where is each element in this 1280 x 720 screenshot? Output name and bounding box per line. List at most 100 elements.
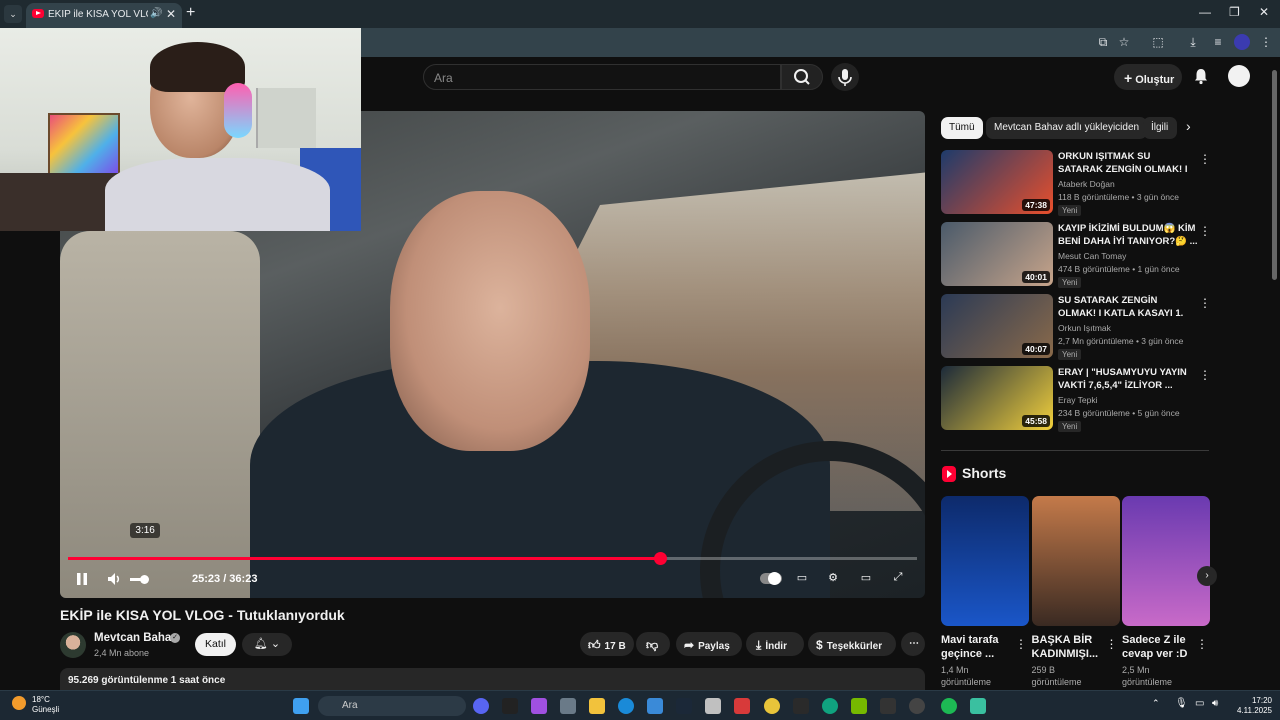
tab-close-icon[interactable]: ✕ [166, 7, 176, 21]
channel-name[interactable]: Mevtcan Bahav [94, 632, 178, 644]
chevron-right-icon[interactable]: › [1186, 118, 1191, 134]
weather-sun-icon[interactable] [12, 696, 26, 710]
subtitles-icon[interactable]: ▭ [794, 571, 810, 585]
copilot-icon[interactable] [531, 698, 547, 714]
short-title[interactable]: BAŞKA BİR KADINMIŞI... [1032, 633, 1108, 661]
browser-tab[interactable]: EKİP ile KISA YOL VLOG - Tu 🔊 ✕ [26, 3, 182, 28]
chatgpt-icon[interactable] [822, 698, 838, 714]
store-icon[interactable] [647, 698, 663, 714]
fullscreen-icon[interactable]: ⤢ [890, 571, 906, 585]
settings-app-icon[interactable] [560, 698, 576, 714]
recommendation-thumbnail[interactable]: 40:01 [941, 222, 1053, 286]
minimize-icon[interactable]: — [1199, 5, 1211, 19]
browser-menu-icon[interactable]: ⋮ [1258, 34, 1274, 50]
more-actions-button[interactable]: ⋯ [901, 632, 925, 656]
recommendation-title[interactable]: ERAY | "HUSAMYUYU YAYIN VAKTİ 7,6,5,4" İ… [1058, 366, 1198, 392]
recommendation-item[interactable]: 40:01 KAYIP İKİZİMİ BULDUM😱 KİM BENİ DAHA… [941, 222, 1211, 290]
obs-icon[interactable] [909, 698, 925, 714]
recommendation-title[interactable]: ORKUN IŞITMAK SU SATARAK ZENGİN OLMAK! I… [1058, 150, 1198, 176]
system-clock[interactable]: 17:20 4.11.2025 [1228, 696, 1272, 716]
more-vertical-icon[interactable]: ⋮ [1015, 637, 1027, 651]
tab-search-chevron-icon[interactable]: ⌄ [4, 5, 22, 23]
recommendation-channel[interactable]: Orkun Işıtmak [1058, 323, 1111, 333]
short-thumbnail[interactable] [1122, 496, 1210, 626]
more-vertical-icon[interactable]: ⋮ [1106, 637, 1118, 651]
microphone-tray-icon[interactable]: 🎙︎ [1175, 698, 1191, 714]
epic-games-icon[interactable] [502, 698, 518, 714]
app-green-icon[interactable] [970, 698, 986, 714]
mail-app-icon[interactable] [705, 698, 721, 714]
short-title[interactable]: Mavi tarafa geçince ... [941, 633, 1017, 661]
share-button[interactable]: ➦ Paylaş [676, 632, 742, 656]
taskbar-search[interactable]: Ara [318, 696, 466, 716]
weather-widget[interactable]: 18°C Güneşli [32, 695, 59, 715]
window-close-icon[interactable]: ✕ [1259, 5, 1269, 19]
bookmark-star-icon[interactable]: ☆ [1116, 34, 1132, 50]
chrome-icon[interactable] [764, 698, 780, 714]
start-windows-icon[interactable] [293, 698, 309, 714]
extensions-icon[interactable]: ⬚ [1150, 34, 1166, 50]
dislike-button[interactable]: 👎︎ [636, 632, 670, 656]
scrollbar-thumb[interactable] [1272, 70, 1277, 280]
chip-all[interactable]: Tümü [941, 117, 983, 139]
recommendation-channel[interactable]: Mesut Can Tomay [1058, 251, 1126, 261]
recommendation-thumbnail[interactable]: 45:58 [941, 366, 1053, 430]
create-button[interactable]: + Oluştur [1114, 64, 1182, 90]
recommendation-channel[interactable]: Eray Tepki [1058, 395, 1098, 405]
speaker-tray-icon[interactable]: 🔊︎ [1212, 698, 1228, 714]
capcut-icon[interactable] [793, 698, 809, 714]
recommendation-thumbnail[interactable]: 40:07 [941, 294, 1053, 358]
voice-search-button[interactable] [831, 63, 859, 91]
join-button[interactable]: Katıl [195, 633, 236, 656]
more-vertical-icon[interactable]: ⋮ [1199, 152, 1211, 166]
search-button[interactable] [781, 64, 823, 90]
volume-icon[interactable] [107, 572, 123, 586]
more-vertical-icon[interactable]: ⋮ [1199, 368, 1211, 382]
progress-bar[interactable] [68, 552, 917, 565]
app-c-icon[interactable] [880, 698, 896, 714]
steam-icon[interactable] [676, 698, 692, 714]
speaker-icon[interactable]: 🔊 [150, 8, 162, 19]
short-thumbnail[interactable] [1031, 496, 1120, 626]
cast-icon[interactable]: ⧉ [1095, 34, 1111, 50]
recommendation-title[interactable]: SU SATARAK ZENGİN OLMAK! I KATLA KASAYI … [1058, 294, 1198, 320]
channel-avatar[interactable] [60, 632, 86, 658]
recommendation-item[interactable]: 47:38 ORKUN IŞITMAK SU SATARAK ZENGİN OLM… [941, 150, 1211, 218]
edge-icon[interactable] [618, 698, 634, 714]
notifications-bell-icon[interactable] [1192, 67, 1210, 85]
short-thumbnail[interactable] [941, 496, 1029, 626]
thanks-button[interactable]: $ Teşekkürler [808, 632, 896, 656]
media-controls-icon[interactable]: ≡ [1210, 34, 1226, 50]
recommendation-title[interactable]: KAYIP İKİZİMİ BULDUM😱 KİM BENİ DAHA İYİ … [1058, 222, 1198, 248]
short-title[interactable]: Sadece Z ile cevap ver :D [1122, 633, 1198, 661]
spotify-icon[interactable] [941, 698, 957, 714]
more-vertical-icon[interactable]: ⋮ [1196, 637, 1208, 651]
display-tray-icon[interactable]: ▭ [1195, 698, 1211, 714]
new-tab-plus-icon[interactable]: + [186, 4, 195, 22]
volume-slider-handle[interactable] [140, 575, 149, 584]
discord-icon[interactable] [473, 698, 489, 714]
search-input[interactable]: Ara [423, 64, 781, 90]
account-avatar[interactable] [1228, 65, 1250, 87]
recommendation-item[interactable]: 45:58 ERAY | "HUSAMYUYU YAYIN VAKTİ 7,6,5… [941, 366, 1211, 434]
subscription-bell-button[interactable]: 🔔︎ ⌄ [242, 633, 292, 656]
page-scrollbar[interactable] [1270, 60, 1278, 688]
download-icon[interactable]: ⤓ [1185, 34, 1201, 50]
red-app-icon[interactable] [734, 698, 750, 714]
more-vertical-icon[interactable]: ⋮ [1199, 296, 1211, 310]
restore-icon[interactable]: ❐ [1229, 5, 1240, 19]
nvidia-icon[interactable] [851, 698, 867, 714]
like-button[interactable]: 👍︎ 17 B [580, 632, 634, 656]
tray-chevron-up-icon[interactable]: ⌃ [1152, 698, 1168, 714]
more-vertical-icon[interactable]: ⋮ [1199, 224, 1211, 238]
profile-avatar-icon[interactable] [1234, 34, 1250, 50]
shorts-next-chevron-icon[interactable]: › [1197, 566, 1217, 586]
recommendation-item[interactable]: 40:07 SU SATARAK ZENGİN OLMAK! I KATLA KA… [941, 294, 1211, 362]
settings-gear-icon[interactable]: ⚙ [825, 571, 841, 585]
file-explorer-icon[interactable] [589, 698, 605, 714]
download-button[interactable]: ⤓ İndir [746, 632, 804, 656]
recommendation-channel[interactable]: Ataberk Doğan [1058, 179, 1115, 189]
pause-icon[interactable] [75, 572, 89, 586]
chip-from-uploader[interactable]: Mevtcan Bahav adlı yükleyiciden [986, 117, 1148, 139]
recommendation-thumbnail[interactable]: 47:38 [941, 150, 1053, 214]
